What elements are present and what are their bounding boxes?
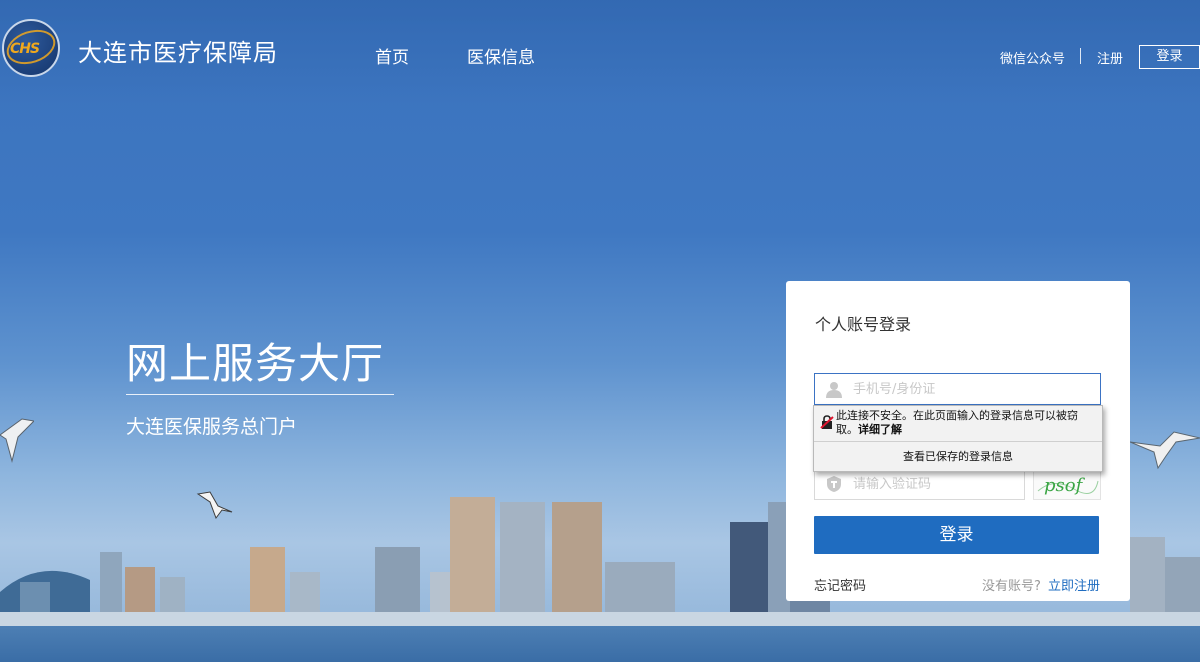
sea-water bbox=[0, 626, 1200, 662]
login-submit-button[interactable]: 登录 bbox=[814, 516, 1099, 554]
captcha-input[interactable] bbox=[853, 470, 1018, 498]
captcha-image[interactable]: psof bbox=[1033, 468, 1101, 500]
header-login-button[interactable]: 登录 bbox=[1139, 45, 1200, 69]
user-icon bbox=[825, 380, 843, 398]
insecure-warning: 此连接不安全。在此页面输入的登录信息可以被窃取。详细了解 bbox=[814, 406, 1102, 440]
no-account-text: 没有账号? bbox=[982, 579, 1041, 594]
login-panel-title: 个人账号登录 bbox=[815, 315, 912, 334]
shield-icon bbox=[825, 475, 843, 493]
captcha-text: psof bbox=[1044, 475, 1086, 496]
seagull-icon bbox=[196, 491, 233, 520]
username-field[interactable] bbox=[814, 373, 1101, 405]
forgot-password-link[interactable]: 忘记密码 bbox=[814, 575, 866, 594]
nav-home[interactable]: 首页 bbox=[375, 43, 409, 68]
chs-logo[interactable]: CHS bbox=[2, 19, 60, 77]
captcha-field[interactable] bbox=[814, 468, 1025, 500]
hero-title: 网上服务大厅 bbox=[126, 339, 385, 388]
site-header: CHS 大连市医疗保障局 首页 医保信息 微信公众号 注册 登录 bbox=[0, 0, 1200, 104]
insecure-login-popup: 此连接不安全。在此页面输入的登录信息可以被窃取。详细了解 查看已保存的登录信息 bbox=[813, 405, 1103, 472]
header-divider bbox=[1080, 48, 1081, 64]
site-title: 大连市医疗保障局 bbox=[78, 39, 278, 67]
learn-more-link[interactable]: 详细了解 bbox=[858, 423, 902, 436]
view-saved-logins-button[interactable]: 查看已保存的登录信息 bbox=[814, 442, 1102, 471]
insecure-warning-text: 此连接不安全。在此页面输入的登录信息可以被窃取。详细了解 bbox=[836, 409, 1098, 437]
hero-divider bbox=[126, 394, 394, 395]
hero-subtitle: 大连医保服务总门户 bbox=[126, 416, 298, 438]
seagull-icon bbox=[0, 418, 34, 463]
nav-medical-info[interactable]: 医保信息 bbox=[467, 43, 535, 68]
wechat-official-account-link[interactable]: 微信公众号 bbox=[1000, 48, 1065, 67]
broken-lock-icon bbox=[820, 415, 834, 429]
logo-text: CHS bbox=[10, 41, 40, 57]
register-now-link[interactable]: 立即注册 bbox=[1048, 575, 1100, 594]
header-register-link[interactable]: 注册 bbox=[1097, 48, 1123, 67]
seagull-icon bbox=[1130, 431, 1200, 470]
username-input[interactable] bbox=[853, 375, 1093, 403]
